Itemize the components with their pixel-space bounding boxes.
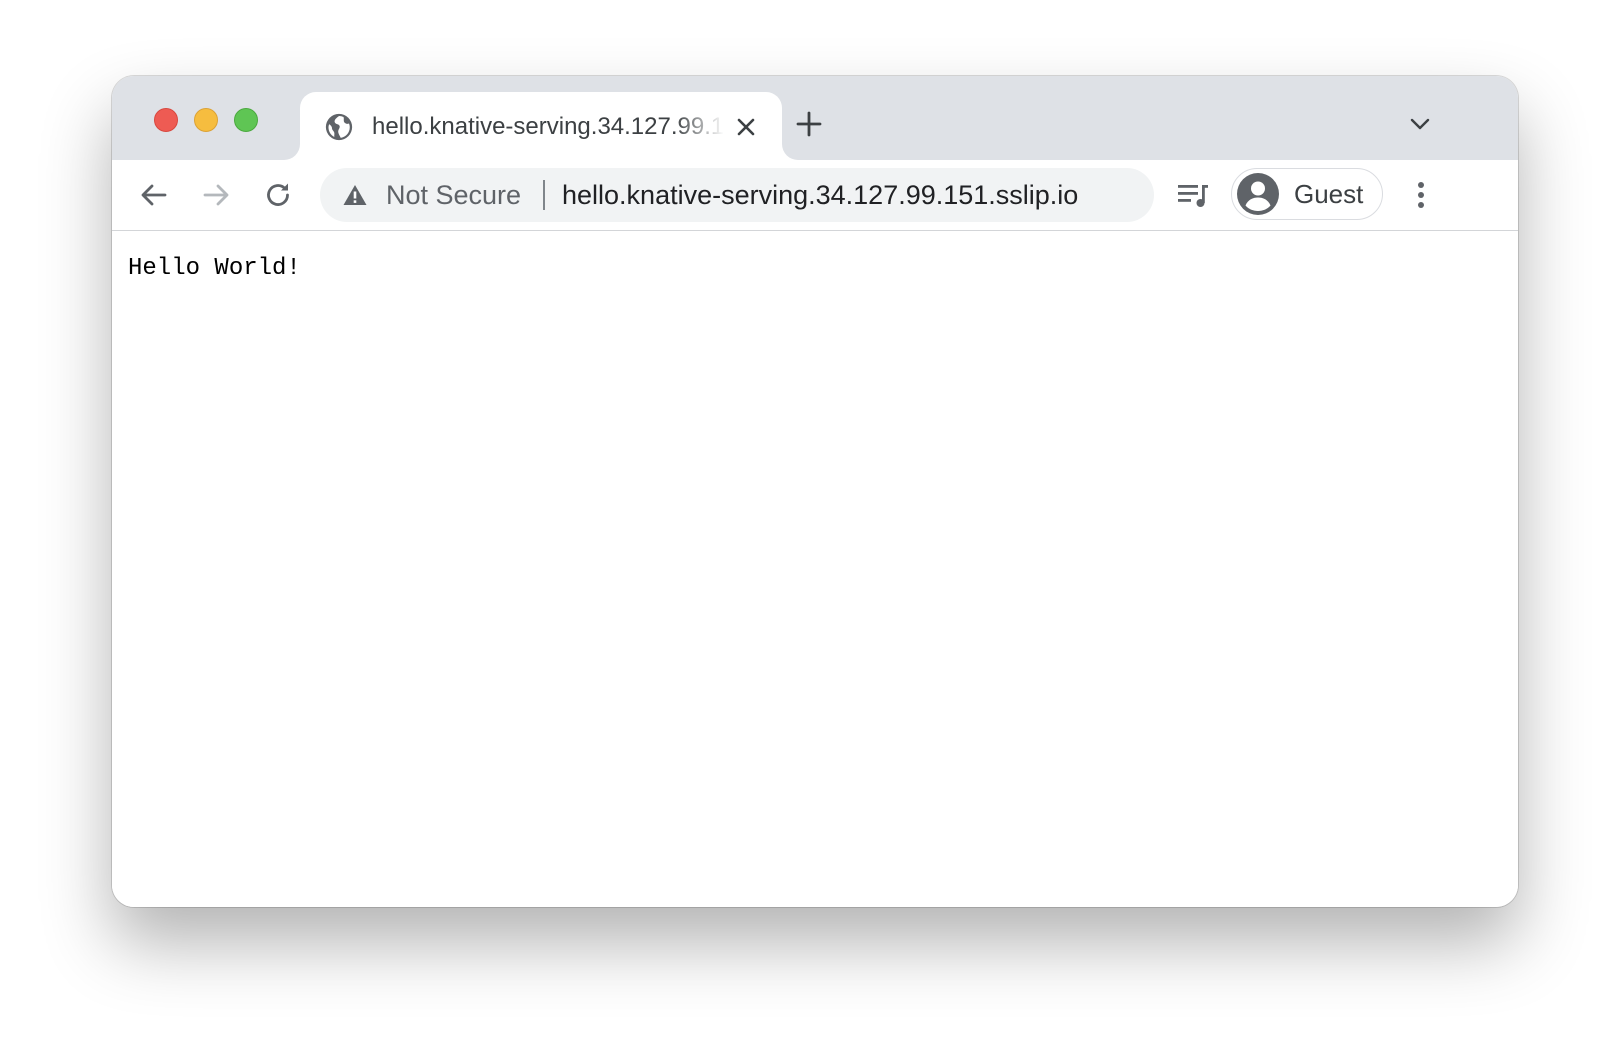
chevron-down-icon[interactable] <box>1408 112 1432 136</box>
tab-strip: hello.knative-serving.34.127.99.151.ssli… <box>112 76 1518 160</box>
window-maximize-button[interactable] <box>234 108 258 132</box>
back-arrow-icon[interactable] <box>138 179 170 211</box>
url-text[interactable]: hello.knative-serving.34.127.99.151.ssli… <box>562 168 1078 222</box>
kebab-menu-icon[interactable] <box>1404 177 1438 213</box>
page-content: Hello World! <box>112 231 1518 907</box>
tab-title: hello.knative-serving.34.127.99.151.ssli… <box>372 113 724 140</box>
reload-icon[interactable] <box>262 179 294 211</box>
profile-button[interactable]: Guest <box>1231 168 1383 220</box>
new-tab-plus-icon[interactable] <box>794 109 824 139</box>
tab-active[interactable]: hello.knative-serving.34.127.99.151.ssli… <box>300 92 782 160</box>
globe-icon <box>324 112 354 142</box>
window-close-button[interactable] <box>154 108 178 132</box>
omnibox-divider <box>543 180 545 210</box>
media-playlist-icon[interactable] <box>1176 178 1210 212</box>
warning-triangle-icon[interactable] <box>342 183 368 207</box>
page-body-text: Hello World! <box>128 255 301 282</box>
forward-arrow-icon[interactable] <box>200 179 232 211</box>
address-bar[interactable]: Not Secure hello.knative-serving.34.127.… <box>320 168 1154 222</box>
profile-label: Guest <box>1294 179 1364 209</box>
window-minimize-button[interactable] <box>194 108 218 132</box>
tab-close-icon[interactable] <box>732 113 760 141</box>
account-circle-icon <box>1237 173 1279 215</box>
security-status-label[interactable]: Not Secure <box>386 168 521 222</box>
browser-toolbar: Not Secure hello.knative-serving.34.127.… <box>112 160 1518 231</box>
browser-window: hello.knative-serving.34.127.99.151.ssli… <box>112 76 1518 907</box>
